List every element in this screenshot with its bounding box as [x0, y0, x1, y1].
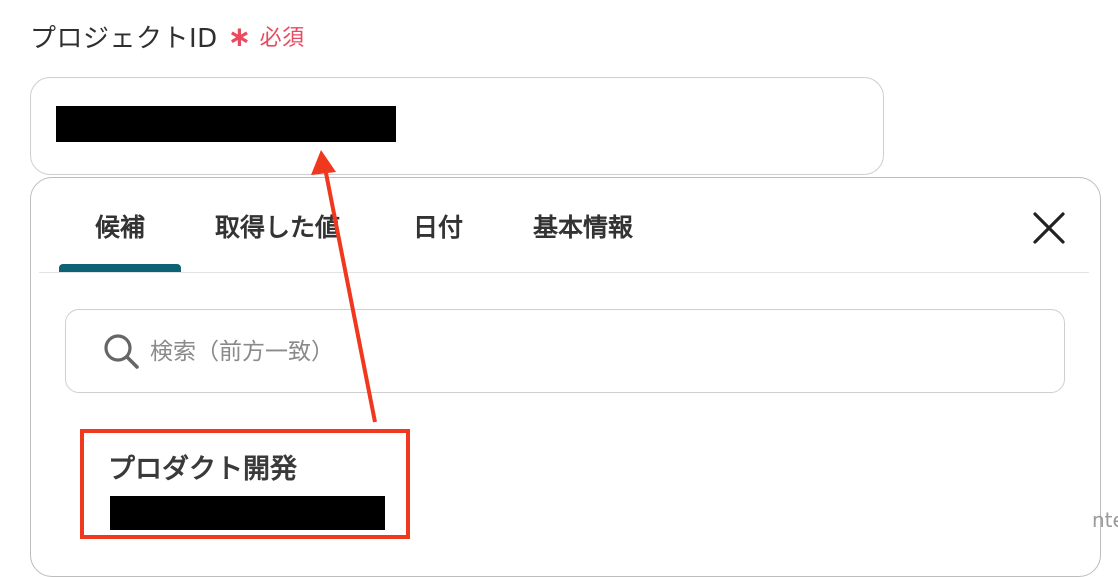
result-title: プロダクト開発: [108, 454, 297, 485]
tab-candidates[interactable]: 候補: [95, 208, 145, 244]
close-icon: [1033, 212, 1065, 244]
project-id-input[interactable]: [30, 77, 884, 175]
redacted-value: [56, 106, 396, 142]
search-icon: [104, 334, 139, 369]
tab-basic-info[interactable]: 基本情報: [533, 208, 633, 244]
edge-clipped-text: nte: [1092, 508, 1118, 532]
field-label-text: プロジェクトID: [30, 23, 218, 54]
result-item[interactable]: プロダクト開発: [80, 429, 404, 535]
tab-retrieved-values[interactable]: 取得した値: [215, 208, 340, 244]
search-input[interactable]: [148, 328, 1032, 376]
redacted-result-id: [110, 496, 385, 530]
search-box: [65, 309, 1065, 393]
required-asterisk: ∗: [227, 19, 252, 53]
close-button[interactable]: [1029, 208, 1069, 248]
tab-date[interactable]: 日付: [413, 208, 463, 244]
tab-bar: 候補 取得した値 日付 基本情報: [39, 178, 1089, 273]
field-label: プロジェクトID ∗ 必須: [30, 16, 305, 56]
required-text: 必須: [259, 26, 305, 51]
active-tab-indicator: [59, 264, 181, 272]
